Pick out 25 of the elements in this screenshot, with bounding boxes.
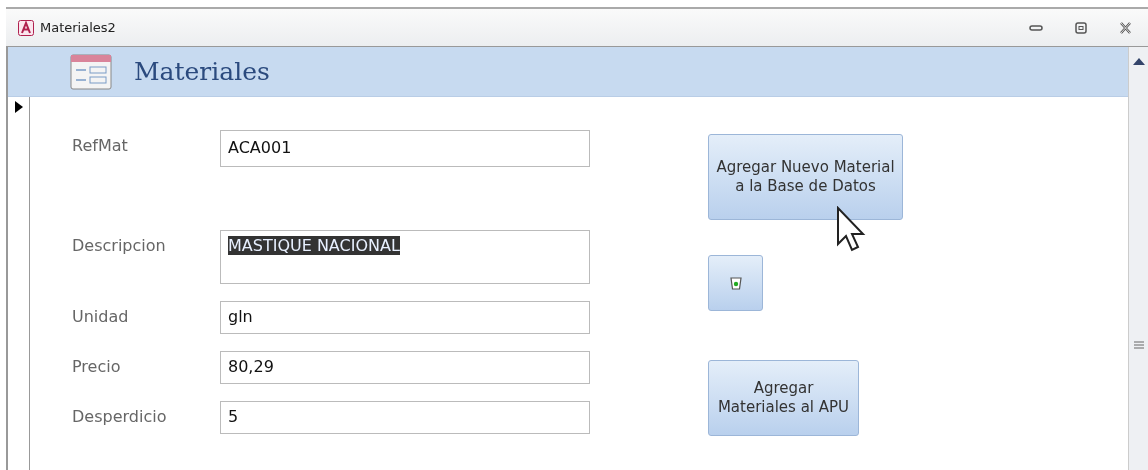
window-title: Materiales2 — [40, 20, 116, 35]
form-title: Materiales — [134, 57, 270, 86]
form-icon — [70, 53, 112, 90]
input-field[interactable]: gln — [220, 301, 590, 334]
input-field[interactable]: 80,29 — [220, 351, 590, 384]
field-label: RefMat — [72, 135, 129, 155]
field-label: Unidad — [72, 306, 130, 326]
field-label: Descripcion — [72, 235, 167, 255]
input-field[interactable]: MASTIQUE NACIONAL — [220, 230, 590, 284]
app-icon — [18, 19, 34, 36]
field-label: Precio — [72, 356, 122, 376]
input-field[interactable]: ACA001 — [220, 130, 590, 167]
trash-icon — [728, 276, 743, 290]
action-button[interactable]: Agregar Nuevo Material a la Base de Datos — [708, 134, 903, 220]
mouse-pointer-icon — [836, 206, 866, 254]
field-label: Desperdicio — [72, 406, 168, 426]
action-button[interactable]: Agregar Materiales al APU — [708, 360, 859, 436]
scrollbar[interactable] — [1128, 47, 1148, 470]
input-field[interactable]: 5 — [220, 401, 590, 434]
scroll-grip-icon[interactable] — [1133, 341, 1144, 349]
current-record-icon — [14, 101, 23, 113]
scroll-up-icon[interactable] — [1132, 57, 1145, 65]
close-icon[interactable] — [1119, 21, 1132, 34]
minimize-icon[interactable] — [1029, 23, 1043, 32]
restore-icon[interactable] — [1075, 21, 1087, 34]
